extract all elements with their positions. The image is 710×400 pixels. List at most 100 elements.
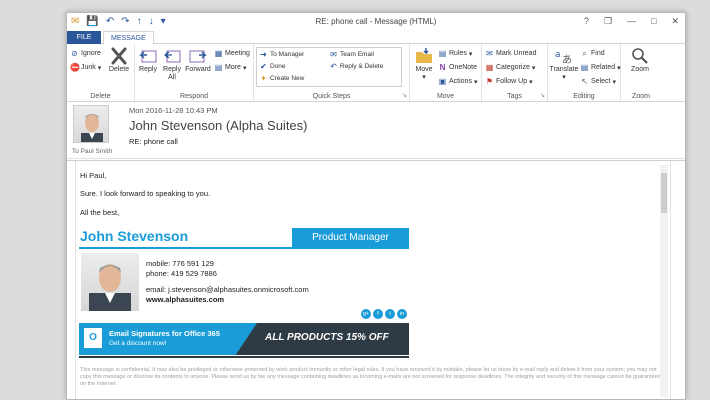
signature-phone: phone: 419 529 7886 bbox=[146, 269, 217, 278]
sender-name[interactable]: John Stevenson (Alpha Suites) bbox=[129, 118, 308, 133]
categorize-button[interactable]: ▦ Categorize ▾ bbox=[485, 63, 536, 72]
reply-all-button[interactable]: Reply All bbox=[161, 47, 183, 82]
signature-divider bbox=[79, 247, 409, 249]
chevron-down-icon: ▾ bbox=[242, 64, 247, 72]
close-button[interactable]: ✕ bbox=[671, 16, 679, 27]
scrollbar-thumb[interactable] bbox=[661, 173, 667, 213]
meeting-button[interactable]: ▦ Meeting bbox=[214, 49, 250, 58]
outlook-message-window: ✉ 💾 ↶ ↷ ↑ ↓ ▾ RE: phone call - Message (… bbox=[66, 12, 686, 400]
signature-email[interactable]: email: j.stevenson@alphasuites.onmicroso… bbox=[146, 285, 309, 294]
group-editing: a あ Translate ▾ ⌕ Find ▤ Related ▾ ↖ Sel… bbox=[548, 44, 621, 102]
junk-icon: ⛔ bbox=[70, 63, 80, 72]
banner-divider bbox=[79, 356, 409, 358]
avatar bbox=[89, 264, 131, 311]
svg-text:a: a bbox=[555, 50, 561, 60]
translate-icon: a あ bbox=[555, 50, 572, 65]
follow-up-button[interactable]: ⚑ Follow Up ▾ bbox=[485, 77, 533, 86]
move-button[interactable]: Move ▾ bbox=[412, 47, 436, 82]
calendar-icon: ▦ bbox=[214, 49, 223, 58]
message-subject: RE: phone call bbox=[129, 137, 178, 146]
junk-button[interactable]: ⛔ Junk ▾ bbox=[70, 63, 101, 72]
translate-button[interactable]: a あ Translate ▾ bbox=[549, 47, 579, 82]
quick-step-to-manager[interactable]: ➜ To Manager bbox=[259, 50, 304, 59]
related-button[interactable]: ▤ Related ▾ bbox=[580, 63, 621, 72]
ignore-icon: ⊘ bbox=[71, 49, 78, 58]
tab-file[interactable]: FILE bbox=[67, 31, 101, 44]
flag-icon: ⚑ bbox=[485, 77, 494, 86]
rules-icon: ▤ bbox=[438, 49, 447, 58]
signature-photo bbox=[81, 253, 139, 311]
group-label: Zoom bbox=[632, 93, 650, 100]
chevron-down-icon: ▾ bbox=[473, 78, 478, 86]
facebook-icon[interactable]: f bbox=[373, 309, 383, 319]
promo-banner[interactable]: O Email Signatures for Office 365 Get a … bbox=[79, 323, 409, 355]
find-button[interactable]: ⌕ Find bbox=[580, 49, 604, 58]
select-button[interactable]: ↖ Select ▾ bbox=[580, 77, 616, 86]
arrow-right-icon: ➜ bbox=[260, 50, 267, 59]
actions-button[interactable]: ▣ Actions ▾ bbox=[438, 77, 478, 86]
more-icon: ▤ bbox=[214, 63, 223, 72]
related-icon: ▤ bbox=[580, 63, 589, 72]
group-delete: ⊘ Ignore ⛔ Junk ▾ Delete Delete bbox=[67, 44, 135, 102]
more-respond-button[interactable]: ▤ More ▾ bbox=[214, 63, 247, 72]
google-plus-icon[interactable]: g+ bbox=[361, 309, 371, 319]
group-label: Move bbox=[436, 93, 455, 100]
title-bar: ✉ 💾 ↶ ↷ ↑ ↓ ▾ RE: phone call - Message (… bbox=[67, 13, 685, 31]
twitter-icon[interactable]: t bbox=[385, 309, 395, 319]
disclaimer: This message is confidential. It may als… bbox=[80, 367, 661, 387]
group-tags: ✉ Mark Unread ▦ Categorize ▾ ⚑ Follow Up… bbox=[482, 44, 548, 102]
help-button[interactable]: ? bbox=[584, 16, 589, 27]
quick-step-done[interactable]: ✔ Done bbox=[259, 62, 285, 71]
tab-message[interactable]: MESSAGE bbox=[103, 31, 154, 45]
message-date: Mon 2016-11-28 10:43 PM bbox=[129, 106, 218, 115]
chevron-down-icon: ▾ bbox=[531, 64, 536, 72]
message-content: Hi Paul, Sure. I look forward to speakin… bbox=[75, 161, 671, 399]
sender-photo[interactable] bbox=[73, 105, 109, 143]
lightning-icon: ✦ bbox=[260, 74, 267, 83]
signature-name: John Stevenson bbox=[80, 228, 189, 244]
reply-button[interactable]: Reply bbox=[137, 47, 159, 74]
group-label: Tags bbox=[507, 93, 522, 100]
chevron-down-icon: ▾ bbox=[612, 78, 616, 86]
group-quick-steps: ➜ To Manager ✉ Team Email ✔ Done ↶ Reply… bbox=[254, 44, 410, 102]
maximize-button[interactable]: □ bbox=[651, 16, 656, 27]
banner-title: Email Signatures for Office 365 bbox=[109, 329, 220, 338]
quick-step-team-email[interactable]: ✉ Team Email bbox=[329, 50, 374, 59]
group-respond: Reply Reply All Forward ▦ Meeting ▤ More… bbox=[135, 44, 254, 102]
banner-subtitle: Get a discount now! bbox=[109, 340, 167, 347]
folder-move-icon bbox=[416, 48, 432, 63]
quick-step-create-new[interactable]: ✦ Create New bbox=[259, 74, 304, 83]
body-line: Sure. I look forward to speaking to you. bbox=[80, 189, 211, 198]
chevron-down-icon: ▾ bbox=[562, 74, 566, 81]
chevron-down-icon: ▾ bbox=[97, 64, 102, 72]
message-body: Hi Paul, Sure. I look forward to speakin… bbox=[67, 160, 685, 399]
vertical-scrollbar[interactable] bbox=[660, 165, 668, 397]
mark-unread-button[interactable]: ✉ Mark Unread bbox=[485, 49, 536, 58]
recipient[interactable]: To Paul Smith bbox=[72, 148, 112, 155]
onenote-icon: N bbox=[439, 63, 446, 72]
banner-left bbox=[79, 323, 257, 355]
closing: All the best, bbox=[80, 208, 120, 217]
ignore-button[interactable]: ⊘ Ignore bbox=[70, 49, 101, 58]
reply-all-icon bbox=[164, 50, 181, 63]
onenote-button[interactable]: N OneNote bbox=[438, 63, 477, 72]
actions-icon: ▣ bbox=[438, 77, 447, 86]
zoom-button[interactable]: Zoom bbox=[625, 47, 655, 74]
message-header: Mon 2016-11-28 10:43 PM John Stevenson (… bbox=[67, 103, 685, 159]
dialog-launcher-icon[interactable]: ↘ bbox=[540, 92, 545, 99]
signature-role: Product Manager bbox=[292, 228, 409, 247]
forward-button[interactable]: Forward bbox=[184, 47, 212, 74]
ribbon-display-button[interactable]: ❐ bbox=[604, 16, 612, 27]
rules-button[interactable]: ▤ Rules ▾ bbox=[438, 49, 473, 58]
quick-step-reply-delete[interactable]: ↶ Reply & Delete bbox=[329, 62, 383, 71]
dialog-launcher-icon[interactable]: ↘ bbox=[402, 92, 407, 99]
delete-icon bbox=[111, 47, 127, 65]
quick-steps-gallery: ➜ To Manager ✉ Team Email ✔ Done ↶ Reply… bbox=[256, 47, 402, 87]
greeting: Hi Paul, bbox=[80, 171, 107, 180]
linkedin-icon[interactable]: in bbox=[397, 309, 407, 319]
envelope-icon: ✉ bbox=[486, 49, 493, 58]
group-move: Move ▾ ▤ Rules ▾ N OneNote ▣ Actions ▾ M… bbox=[410, 44, 482, 102]
delete-button[interactable]: Delete bbox=[105, 47, 133, 74]
minimize-button[interactable]: — bbox=[627, 16, 636, 27]
signature-website[interactable]: www.alphasuites.com bbox=[146, 295, 224, 304]
